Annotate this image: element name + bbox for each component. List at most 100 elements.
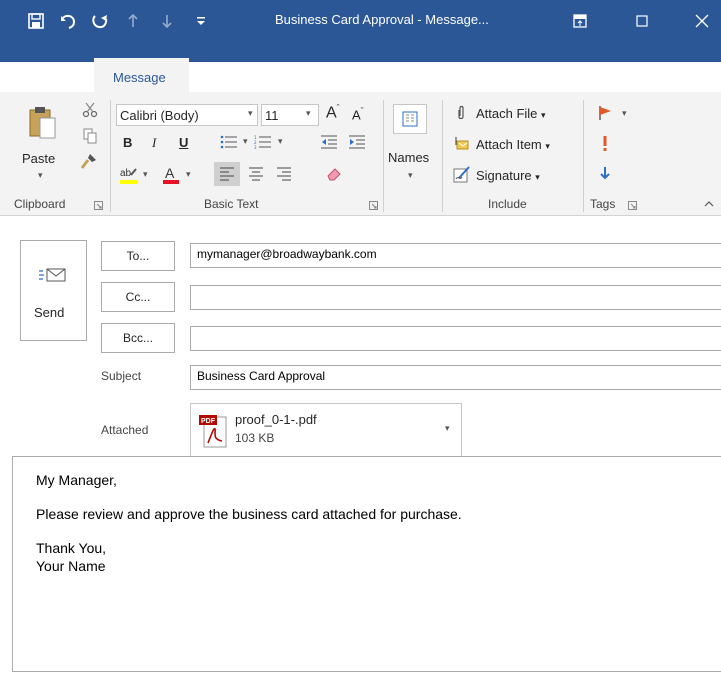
tell-me-label: Tell me <box>614 69 656 85</box>
up-arrow-icon <box>124 6 142 36</box>
tab-options[interactable]: Options <box>289 64 334 90</box>
follow-up-flag-icon[interactable] <box>596 104 614 122</box>
ribbon-display-icon[interactable] <box>568 6 592 36</box>
grow-font-icon[interactable]: Aˆ <box>326 103 340 122</box>
dialog-launcher-icon[interactable] <box>92 199 104 211</box>
customize-icon[interactable] <box>192 6 210 36</box>
font-color-icon[interactable]: A <box>160 164 182 186</box>
send-button[interactable]: Send <box>20 240 87 341</box>
undo-icon[interactable] <box>56 6 80 36</box>
decrease-indent-icon[interactable] <box>318 133 340 151</box>
paste-icon[interactable] <box>22 100 62 148</box>
svg-text:ab: ab <box>120 168 132 179</box>
attach-item-icon <box>452 134 470 152</box>
highlight-dropdown-icon[interactable]: ▾ <box>143 170 148 180</box>
tab-file[interactable]: File <box>36 64 57 90</box>
font-size-dropdown-icon[interactable]: ▾ <box>306 109 311 119</box>
body-line: Your Name <box>36 558 106 574</box>
svg-text:A: A <box>165 165 175 181</box>
svg-text:3: 3 <box>254 145 257 149</box>
address-book-icon[interactable] <box>393 104 427 134</box>
collapse-ribbon-icon[interactable] <box>702 198 716 210</box>
clear-formatting-icon[interactable] <box>322 162 346 186</box>
attached-label: Attached <box>101 423 149 437</box>
group-separator <box>110 100 111 212</box>
include-group-label: Include <box>488 197 527 211</box>
group-separator <box>442 100 443 212</box>
attachment-name: proof_0-1-.pdf <box>235 412 317 427</box>
lightbulb-icon <box>595 69 607 84</box>
cc-button[interactable]: Cc... <box>101 282 175 312</box>
align-left-icon[interactable] <box>214 162 240 186</box>
bcc-button[interactable]: Bcc... <box>101 323 175 353</box>
tab-insert[interactable]: Insert <box>213 64 246 90</box>
tags-dialog-launcher-icon[interactable] <box>626 199 638 211</box>
send-label: Send <box>34 305 65 320</box>
cut-icon[interactable] <box>80 100 100 120</box>
pdf-icon-label: PDF <box>201 418 216 425</box>
bullets-dropdown-icon[interactable]: ▾ <box>243 137 248 147</box>
tab-review[interactable]: Review <box>506 64 549 90</box>
attachment-size: 103 KB <box>235 431 275 445</box>
align-right-icon[interactable] <box>272 162 296 186</box>
high-importance-icon[interactable] <box>596 134 614 152</box>
close-icon[interactable] <box>690 6 714 36</box>
names-dropdown-icon[interactable]: ▾ <box>408 171 413 181</box>
redo-icon[interactable] <box>88 6 112 36</box>
underline-button[interactable]: U <box>179 135 188 150</box>
numbering-icon[interactable]: 123 <box>252 133 274 151</box>
body-line: Thank You, <box>36 540 107 556</box>
paste-label[interactable]: Paste <box>22 151 55 166</box>
format-painter-icon[interactable] <box>78 150 100 172</box>
signature-icon <box>452 164 472 184</box>
save-icon[interactable] <box>24 6 48 36</box>
tell-me-button[interactable]: Tell me <box>594 64 655 90</box>
attachment-chip[interactable]: PDF proof_0-1-.pdf 103 KB ▾ <box>190 403 462 457</box>
attach-file-button[interactable]: Attach File ▾ <box>476 106 546 121</box>
pdf-icon: PDF <box>197 412 229 450</box>
attachment-dropdown-icon[interactable]: ▾ <box>445 424 450 434</box>
maximize-icon[interactable] <box>630 6 654 36</box>
font-dropdown-icon[interactable]: ▾ <box>248 109 253 119</box>
increase-indent-icon[interactable] <box>346 133 368 151</box>
subject-field[interactable]: Business Card Approval <box>190 365 721 390</box>
body-line: My Manager, <box>36 472 117 488</box>
attach-item-button[interactable]: Attach Item ▾ <box>476 137 550 152</box>
to-button[interactable]: To... <box>101 241 175 271</box>
group-separator <box>383 100 384 212</box>
basic-text-dialog-launcher-icon[interactable] <box>367 199 379 211</box>
copy-icon[interactable] <box>80 126 100 146</box>
bullets-icon[interactable] <box>218 133 240 151</box>
paste-dropdown-icon[interactable]: ▾ <box>38 171 43 181</box>
tab-message[interactable]: Message <box>113 64 166 90</box>
window-title: Business Card Approval - Message... <box>275 12 489 27</box>
font-name-select[interactable]: Calibri (Body) <box>116 104 258 126</box>
highlight-icon[interactable]: ab <box>118 164 140 186</box>
italic-button[interactable]: I <box>152 135 156 151</box>
group-separator <box>583 100 584 212</box>
to-field[interactable]: mymanager@broadwaybank.com <box>190 243 721 268</box>
low-importance-icon[interactable] <box>596 164 614 182</box>
numbering-dropdown-icon[interactable]: ▾ <box>278 137 283 147</box>
names-label[interactable]: Names <box>388 150 429 165</box>
down-arrow-icon <box>158 6 176 36</box>
paperclip-icon <box>454 104 468 122</box>
shrink-font-icon[interactable]: Aˇ <box>352 106 364 122</box>
message-body[interactable]: My Manager, Please review and approve th… <box>12 456 721 672</box>
align-center-icon[interactable] <box>244 162 268 186</box>
tab-format-text[interactable]: Format Text <box>384 64 452 90</box>
signature-button[interactable]: Signature ▾ <box>476 168 540 183</box>
subject-label: Subject <box>101 369 142 383</box>
clipboard-group-label: Clipboard <box>14 197 66 211</box>
tags-group-label: Tags <box>590 197 616 211</box>
font-color-dropdown-icon[interactable]: ▾ <box>186 170 191 180</box>
body-line: Please review and approve the business c… <box>36 506 462 522</box>
attach-item-label: Attach Item <box>476 137 542 152</box>
bold-button[interactable]: B <box>123 135 132 150</box>
bcc-field[interactable] <box>190 326 721 351</box>
cc-field[interactable] <box>190 285 721 310</box>
flag-dropdown-icon[interactable]: ▾ <box>622 109 627 119</box>
basic-text-group-label: Basic Text <box>204 197 259 211</box>
attach-file-label: Attach File <box>476 106 538 121</box>
signature-label: Signature <box>476 168 532 183</box>
